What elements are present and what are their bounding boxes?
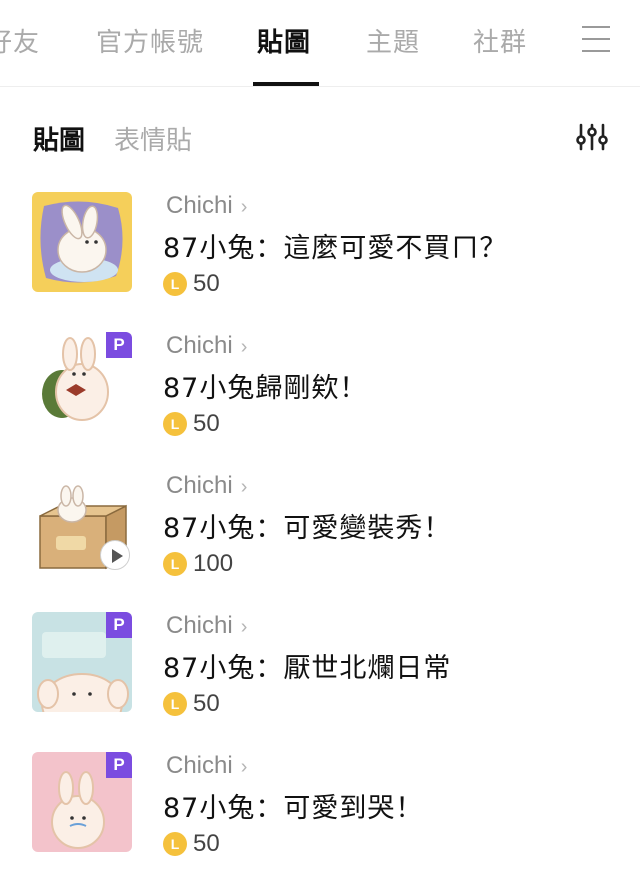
filter-settings-icon[interactable] <box>576 122 608 152</box>
sticker-list-item[interactable]: Chichi › 87小兔：可愛變裝秀！ L 100 <box>0 472 640 612</box>
premium-badge: P <box>106 612 132 638</box>
top-tab-bar: 好友 官方帳號 貼圖 主題 社群 <box>0 0 640 87</box>
tab-friends[interactable]: 好友 <box>0 22 40 59</box>
price: L 100 <box>163 550 233 578</box>
price: L 50 <box>163 690 220 718</box>
sticker-title[interactable]: 87小兔：可愛到哭！ <box>163 786 423 825</box>
price-value: 50 <box>193 830 220 857</box>
sticker-list-item[interactable]: P Chichi › 87小兔歸剛欸！ L 50 <box>0 332 640 472</box>
author-link[interactable]: Chichi › <box>166 332 247 360</box>
price: L 50 <box>163 410 220 438</box>
play-animation-icon[interactable] <box>100 540 130 570</box>
chevron-right-icon: › <box>240 616 248 638</box>
author-link[interactable]: Chichi › <box>166 192 247 220</box>
sticker-title[interactable]: 87小兔：可愛變裝秀！ <box>163 506 451 545</box>
author-name: Chichi <box>166 192 233 219</box>
author-link[interactable]: Chichi › <box>166 752 247 780</box>
subtab-emoji[interactable]: 表情貼 <box>114 120 192 157</box>
premium-badge: P <box>106 332 132 358</box>
sticker-thumbnail[interactable]: P <box>32 612 132 712</box>
coin-icon: L <box>163 832 187 856</box>
author-link[interactable]: Chichi › <box>166 472 247 500</box>
author-name: Chichi <box>166 472 233 499</box>
sticker-list-item[interactable]: P Chichi › 87小兔：厭世北爛日常 L 50 <box>0 612 640 752</box>
price: L 50 <box>163 270 220 298</box>
price-value: 50 <box>193 410 220 437</box>
tab-community[interactable]: 社群 <box>473 22 527 59</box>
tab-official-accounts[interactable]: 官方帳號 <box>96 22 204 59</box>
sticker-thumbnail[interactable]: P <box>32 332 132 432</box>
coin-icon: L <box>163 692 187 716</box>
sticker-list-item[interactable]: Chichi › 87小兔：這麼可愛不買ㄇ？ L 50 <box>0 192 640 332</box>
price-value: 50 <box>193 690 220 717</box>
author-link[interactable]: Chichi › <box>166 612 247 640</box>
chevron-right-icon: › <box>240 196 248 218</box>
sticker-list-item[interactable]: P Chichi › 87小兔：可愛到哭！ L 50 <box>0 752 640 892</box>
chevron-right-icon: › <box>240 336 248 358</box>
premium-badge: P <box>106 752 132 778</box>
author-name: Chichi <box>166 612 233 639</box>
subtab-stickers[interactable]: 貼圖 <box>33 120 85 157</box>
tab-stickers[interactable]: 貼圖 <box>257 22 311 59</box>
price-value: 50 <box>193 270 220 297</box>
sticker-title[interactable]: 87小兔：這麼可愛不買ㄇ？ <box>163 226 507 265</box>
price-value: 100 <box>193 550 234 577</box>
active-tab-indicator <box>253 82 319 86</box>
sticker-thumbnail[interactable]: P <box>32 752 132 852</box>
author-name: Chichi <box>166 332 233 359</box>
coin-icon: L <box>163 272 187 296</box>
sticker-thumbnail[interactable] <box>32 472 132 572</box>
chevron-right-icon: › <box>240 756 248 778</box>
sticker-title[interactable]: 87小兔：厭世北爛日常 <box>163 646 451 685</box>
price: L 50 <box>163 830 220 858</box>
sticker-thumbnail[interactable] <box>32 192 132 292</box>
coin-icon: L <box>163 412 187 436</box>
hamburger-menu-icon[interactable] <box>582 26 610 52</box>
sticker-title[interactable]: 87小兔歸剛欸！ <box>163 366 367 405</box>
author-name: Chichi <box>166 752 233 779</box>
tab-themes[interactable]: 主題 <box>366 22 420 59</box>
chevron-right-icon: › <box>240 476 248 498</box>
coin-icon: L <box>163 552 187 576</box>
